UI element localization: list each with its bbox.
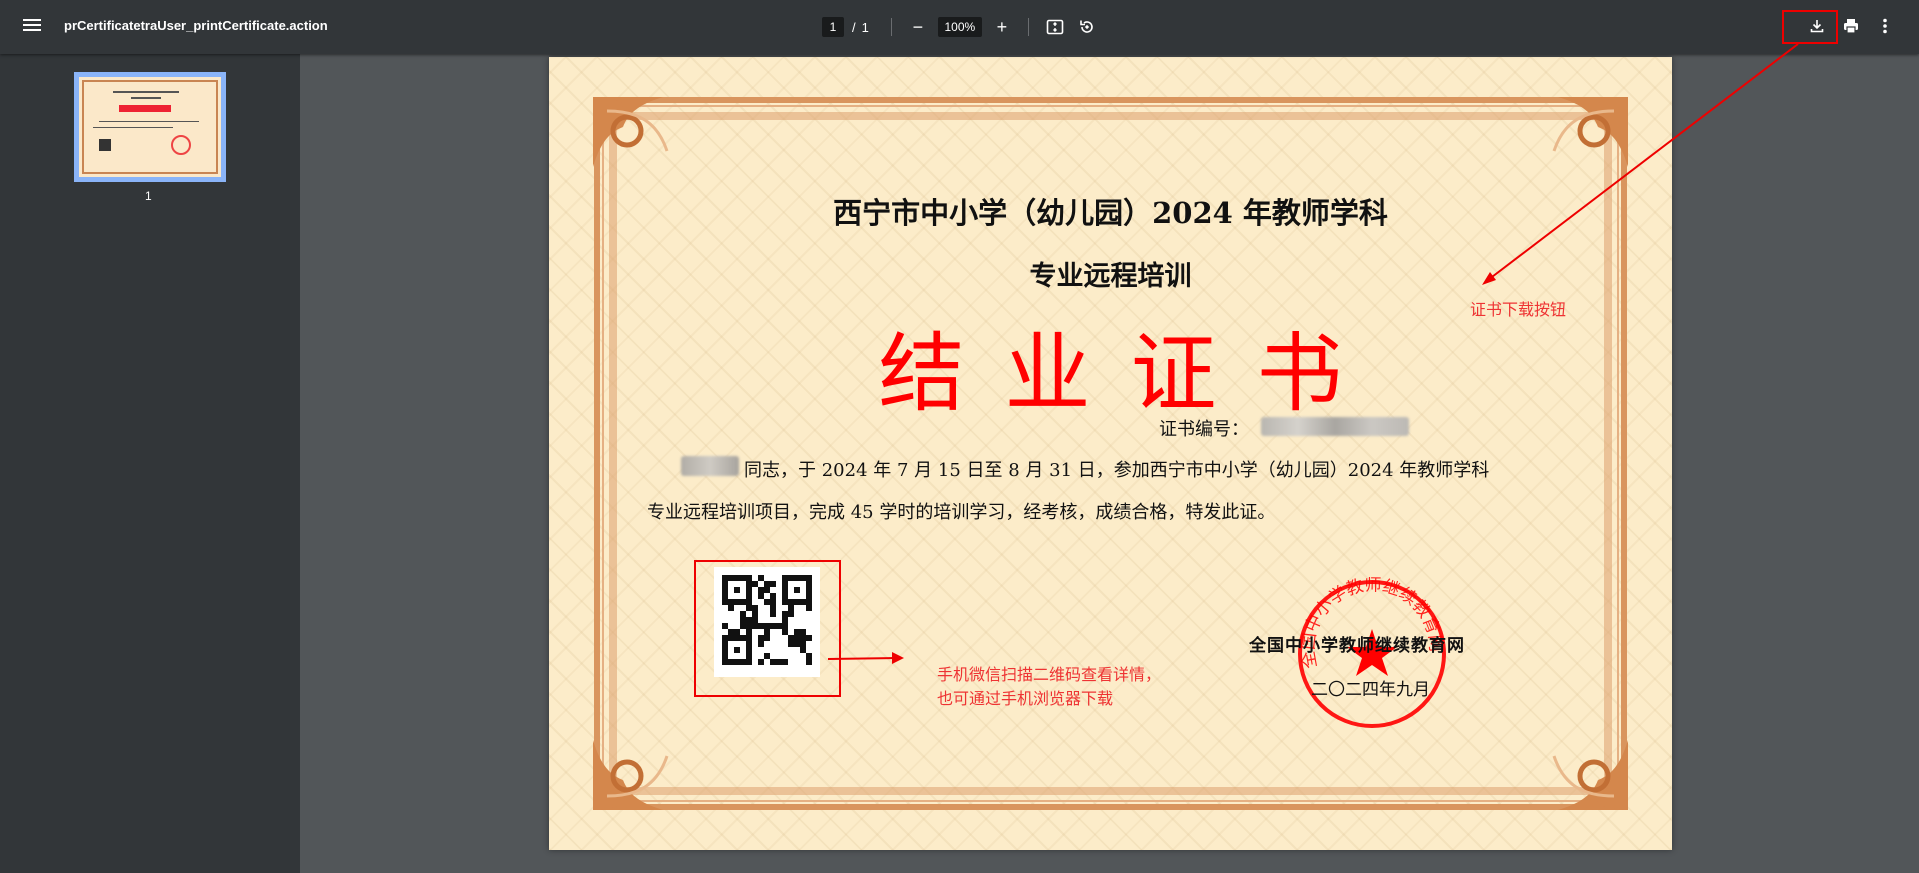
download-icon[interactable] [1805, 14, 1829, 38]
pdf-toolbar: prCertificatetraUser_printCertificate.ac… [0, 0, 1919, 54]
download-button-annotation: 证书下载按钮 [1470, 300, 1567, 319]
page-number-input[interactable]: 1 [822, 17, 844, 37]
corner-ornament [593, 740, 669, 810]
more-vert-icon[interactable] [1873, 14, 1897, 38]
certificate-title-line2: 专业远程培训 [1029, 261, 1192, 292]
issuer-name: 全国中小学教师继续教育网 [1249, 636, 1465, 656]
thumbnail-text [131, 97, 161, 99]
toolbar-actions [1805, 14, 1897, 38]
fit-page-icon[interactable] [1043, 15, 1067, 39]
certificate-body-line1: 同志，于 2024 年 7 月 15 日至 8 月 31 日，参加西宁市中小学（… [744, 460, 1490, 481]
zoom-in-button[interactable]: + [990, 15, 1014, 39]
rotate-icon[interactable] [1075, 15, 1099, 39]
page-separator: / [852, 19, 856, 35]
qr-annotation: 手机微信扫描二维码查看详情， 也可通过手机浏览器下载 [937, 663, 1161, 711]
certificate-number-redacted [1261, 417, 1409, 436]
certificate-page: 西宁市中小学（幼儿园）2024 年教师学科 专业远程培训 结业证书 证书编号： … [549, 57, 1672, 850]
page-zoom-controls: 1 / 1 − 100% + [822, 14, 1099, 40]
qr-annotation-line1: 手机微信扫描二维码查看详情， [937, 665, 1162, 684]
thumbnail-text [93, 127, 173, 128]
thumbnail-sidebar: 1 [0, 54, 300, 873]
qr-highlight-box [694, 560, 841, 697]
thumbnail-text [113, 91, 179, 93]
recipient-name-redacted [681, 456, 739, 476]
qr-annotation-line2: 也可通过手机浏览器下载 [937, 689, 1114, 708]
toolbar-divider [890, 18, 892, 36]
thumbnail-text [99, 121, 199, 122]
certificate-title-line1: 西宁市中小学（幼儿园）2024 年教师学科 [833, 196, 1388, 230]
zoom-out-button[interactable]: − [906, 15, 930, 39]
thumbnail-qr [99, 139, 111, 151]
thumbnail-seal [171, 135, 191, 155]
menu-icon[interactable] [22, 16, 42, 36]
page-total: 1 [861, 19, 869, 35]
corner-ornament [1552, 740, 1628, 810]
thumbnail-page-number: 1 [145, 189, 152, 203]
toolbar-divider [1027, 18, 1029, 36]
zoom-input[interactable]: 100% [937, 17, 982, 37]
print-icon[interactable] [1839, 14, 1863, 38]
certificate-body-line2: 专业远程培训项目，完成 45 学时的培训学习，经考核，成绩合格，特发此证。 [647, 502, 1276, 523]
page-thumbnail[interactable] [74, 72, 226, 182]
thumbnail-title [119, 105, 171, 112]
issue-date: 二〇二四年九月 [1311, 680, 1430, 700]
file-name: prCertificatetraUser_printCertificate.ac… [64, 18, 328, 33]
certificate-number-label: 证书编号： [1159, 419, 1249, 440]
